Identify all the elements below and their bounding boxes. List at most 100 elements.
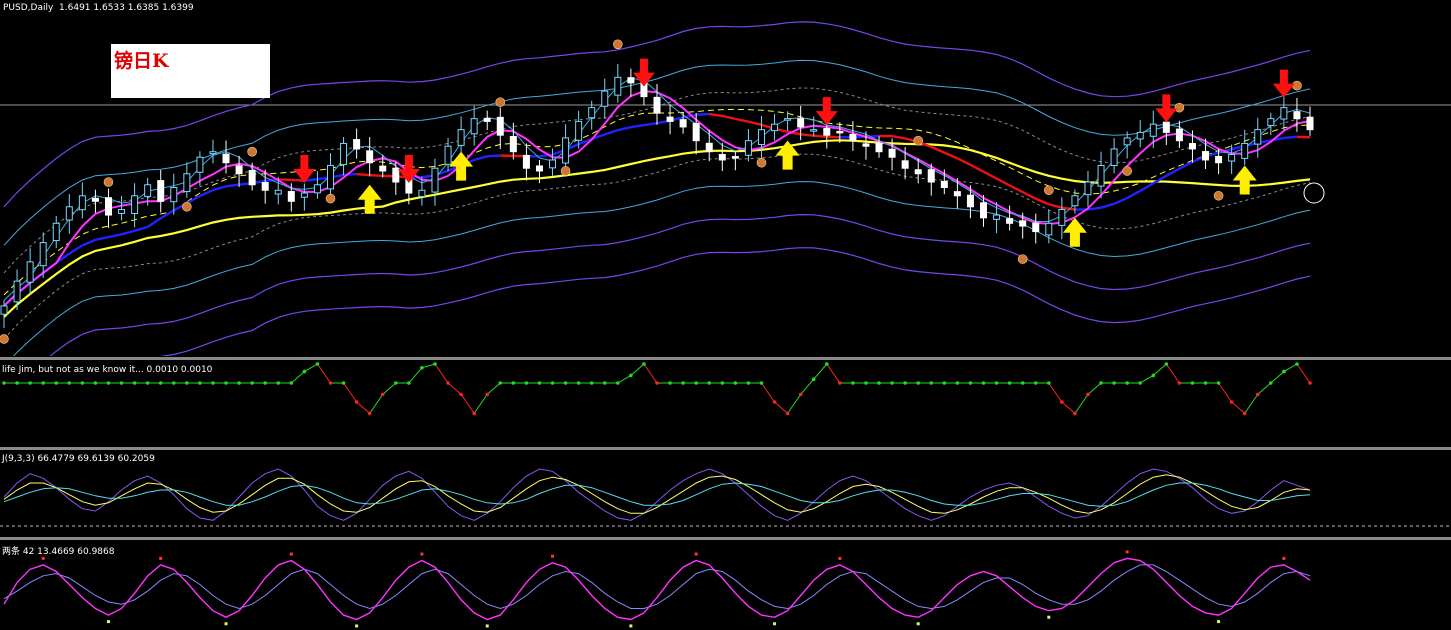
bull-candle <box>327 164 334 190</box>
chart-header: PUSD,Daily 1.6491 1.6533 1.6385 1.6399 <box>3 3 194 13</box>
bear-candle <box>157 180 165 202</box>
ma-trend-segment <box>617 125 632 132</box>
fractal-marker <box>247 146 257 157</box>
signal-segment <box>643 363 658 384</box>
bear-candle <box>862 143 870 147</box>
ma-trend-segment <box>369 173 383 178</box>
bear-candle <box>379 165 387 172</box>
signal-dot <box>15 381 19 385</box>
signal-dot <box>1138 381 1143 385</box>
fractal-marker <box>913 135 924 146</box>
fractal-marker <box>325 193 336 204</box>
ma-trend-segment <box>473 155 488 162</box>
bear-candle <box>836 130 844 134</box>
bull-candle <box>1228 153 1236 162</box>
bear-candle <box>91 197 99 202</box>
ma-trend-segment <box>930 145 945 154</box>
signal-segment <box>1257 382 1272 395</box>
bull-candle <box>1149 123 1157 137</box>
signal-dot <box>1242 411 1247 416</box>
signal-segment <box>630 363 645 376</box>
signal-dot <box>1007 381 1012 385</box>
signal-dot <box>1164 362 1169 366</box>
signal-dot <box>2 381 6 385</box>
signal-dot <box>589 381 594 385</box>
bear-candle <box>927 169 935 183</box>
ma-trend-segment <box>199 188 214 198</box>
signal-indicator-label: life Jim, but not as we know it... 0.001… <box>2 365 213 375</box>
signal-dot <box>942 381 947 385</box>
lower-band-outer <box>49 213 1311 356</box>
ma-trend-segment <box>891 134 906 140</box>
bull-candle <box>183 173 191 193</box>
signal-segment <box>486 382 501 395</box>
signal-dot <box>916 381 920 385</box>
ma-trend-segment <box>1283 135 1298 140</box>
bull-candle <box>1123 137 1131 146</box>
signal-dot <box>851 381 855 385</box>
bull-candle <box>757 129 765 146</box>
fractal-marker <box>756 157 767 168</box>
signal-dot <box>824 362 829 366</box>
bull-candle <box>457 129 465 146</box>
bull-candle <box>784 118 792 121</box>
ma-trend-segment <box>1165 167 1180 177</box>
ma-trend-segment <box>996 177 1011 187</box>
signal-segment <box>382 382 397 395</box>
bear-candle <box>823 128 831 136</box>
osc-peak-marker <box>41 556 45 560</box>
signal-dot <box>785 411 790 416</box>
kdj-indicator-pane[interactable]: J(9,3,3) 66.4779 69.6139 60.2059 <box>0 450 1451 536</box>
signal-dot <box>668 381 672 385</box>
signal-dot <box>968 381 973 385</box>
signal-dot <box>1177 381 1182 385</box>
bull-candle <box>614 76 622 96</box>
bear-candle <box>875 142 883 153</box>
legend-box: 镑日K <box>111 44 270 98</box>
bull-candle <box>993 214 1001 220</box>
ma-trend-segment <box>709 112 723 118</box>
kdj-indicator-label: J(9,3,3) 66.4779 69.6139 60.2059 <box>2 454 155 464</box>
signal-segment <box>473 394 488 414</box>
signal-dot <box>864 381 868 385</box>
signal-dot <box>1282 369 1286 374</box>
ma-trend-segment <box>134 225 148 232</box>
signal-dot <box>655 381 659 385</box>
bear-candle <box>731 156 739 159</box>
osc-trough-marker <box>773 622 777 626</box>
signal-dot <box>407 381 411 385</box>
bear-candle <box>483 117 491 122</box>
bull-candle <box>1280 107 1288 120</box>
signal-dot <box>681 381 685 385</box>
bear-candle <box>1202 151 1210 161</box>
bull-candle <box>1241 142 1249 159</box>
buy-arrow-icon <box>1062 217 1087 247</box>
osc-slow-line <box>3 564 1311 610</box>
ma-trend-segment <box>604 128 619 136</box>
osc-indicator-pane[interactable]: 两条 42 13.4669 60.9868 <box>0 540 1451 630</box>
bear-candle <box>496 116 504 136</box>
signal-dot <box>1060 400 1064 404</box>
bull-candle <box>52 222 60 242</box>
signal-segment <box>1074 394 1089 414</box>
signal-segment <box>761 382 775 403</box>
signal-segment <box>1139 374 1154 384</box>
fractal-marker <box>613 39 623 50</box>
signal-dot <box>211 381 215 385</box>
bear-candle <box>261 182 269 191</box>
signal-indicator-pane[interactable]: life Jim, but not as we know it... 0.001… <box>0 360 1451 446</box>
bull-candle <box>771 123 779 132</box>
ma-yellow-dashed-line <box>3 108 1311 296</box>
signal-dot <box>1269 381 1273 385</box>
bear-candle <box>366 150 374 164</box>
price-chart-pane[interactable]: PUSD,Daily 1.6491 1.6533 1.6385 1.6399 镑… <box>0 0 1451 356</box>
signal-segment <box>421 363 436 369</box>
signal-dot <box>485 392 490 397</box>
signal-segment <box>800 378 815 395</box>
osc-trough-marker <box>485 624 489 628</box>
signal-segment <box>1296 363 1311 384</box>
ma-trend-segment <box>95 235 109 242</box>
signal-dot <box>41 381 45 385</box>
osc-trough-marker <box>224 622 228 626</box>
signal-dot <box>198 381 202 385</box>
